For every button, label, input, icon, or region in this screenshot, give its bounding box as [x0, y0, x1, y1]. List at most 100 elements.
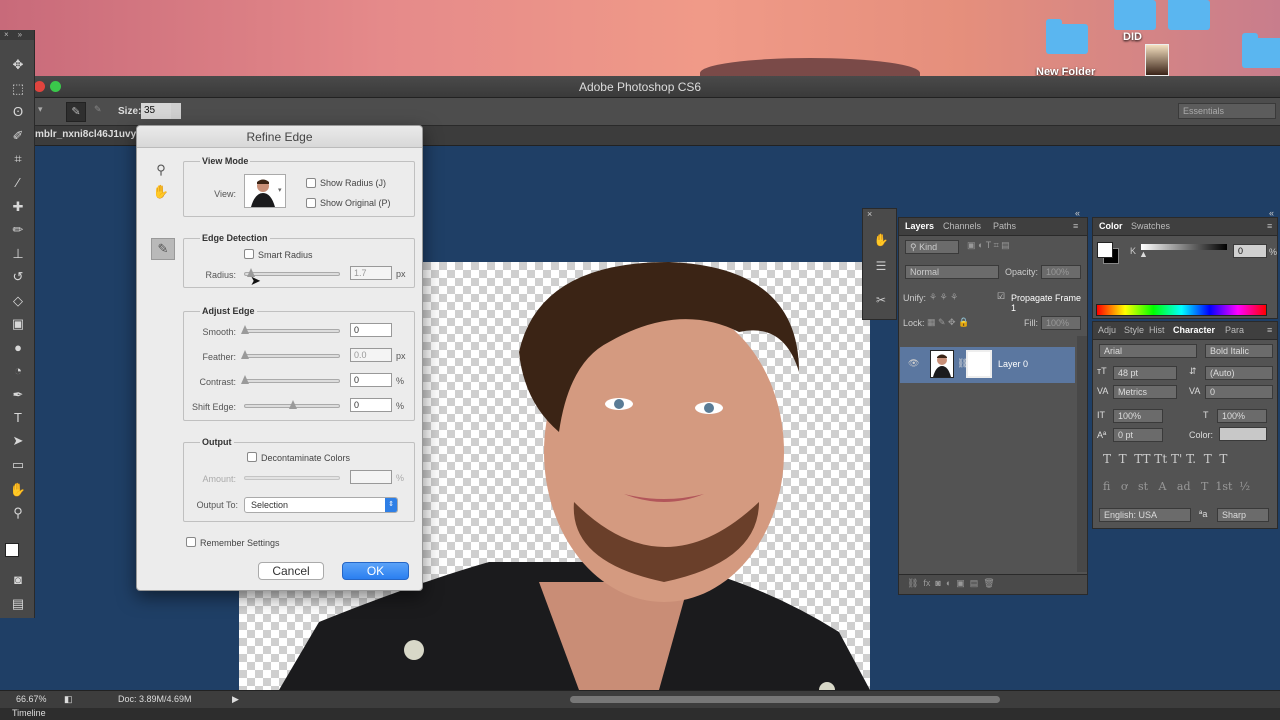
layers-scrollbar[interactable]: [1077, 336, 1087, 572]
ok-button[interactable]: OK: [342, 562, 409, 580]
cancel-button[interactable]: Cancel: [258, 562, 324, 580]
shift-edge-slider-thumb[interactable]: [289, 400, 297, 409]
text-color-swatch[interactable]: [1219, 427, 1267, 441]
smooth-input[interactable]: 0: [350, 323, 392, 337]
decontaminate-checkbox[interactable]: [247, 452, 257, 462]
smart-radius-checkbox[interactable]: [244, 249, 254, 259]
feather-slider-thumb[interactable]: [241, 350, 249, 359]
color-foreground-swatch[interactable]: [1097, 242, 1113, 258]
horizontal-scrollbar[interactable]: [570, 696, 1000, 703]
timeline-panel-tab[interactable]: Timeline: [0, 708, 1280, 720]
history-brush-tool-icon[interactable]: ↺: [8, 268, 28, 286]
tab-character[interactable]: Character: [1173, 325, 1215, 335]
marquee-tool-icon[interactable]: ⬚: [8, 80, 28, 98]
antialias-select[interactable]: Sharp: [1217, 508, 1269, 522]
horizontal-scale-input[interactable]: 100%: [1217, 409, 1267, 423]
fill-input[interactable]: 100%: [1041, 316, 1081, 330]
dodge-tool-icon[interactable]: ◔: [8, 362, 28, 380]
amount-input[interactable]: [350, 470, 392, 484]
tab-paths[interactable]: Paths: [993, 221, 1016, 231]
layer-name[interactable]: Layer 0: [998, 359, 1028, 369]
crop-tool-icon[interactable]: ⌗: [8, 150, 28, 168]
quick-mask-icon[interactable]: ◙: [8, 571, 28, 589]
status-info-icon[interactable]: ◧: [64, 694, 73, 705]
language-select[interactable]: English: USA: [1099, 508, 1191, 522]
quick-selection-tool-icon[interactable]: ✐: [8, 127, 28, 145]
propagate-checkbox-icon[interactable]: ☑: [997, 291, 1005, 302]
color-panel-menu-icon[interactable]: ≡: [1267, 221, 1272, 231]
brush-tool-icon[interactable]: ✏: [8, 221, 28, 239]
layers-collapse-icon[interactable]: «: [1075, 208, 1080, 218]
leading-input[interactable]: (Auto): [1205, 366, 1273, 380]
font-size-input[interactable]: 48 pt: [1113, 366, 1177, 380]
k-value-input[interactable]: 0: [1233, 244, 1267, 258]
tab-channels[interactable]: Channels: [943, 221, 981, 231]
zoom-icon[interactable]: ⚲: [151, 160, 171, 180]
size-input[interactable]: 35: [141, 103, 171, 119]
screen-mode-icon[interactable]: ▤: [8, 595, 28, 613]
adjustments-sliders-icon[interactable]: ☰: [872, 257, 890, 275]
color-spectrum-bar[interactable]: [1096, 304, 1267, 316]
tool-preset-icon[interactable]: ▾: [38, 104, 43, 115]
tab-adjustments[interactable]: Adju: [1098, 325, 1116, 335]
tracking-select[interactable]: 0: [1205, 385, 1273, 399]
foreground-color-swatch[interactable]: [5, 543, 19, 557]
filter-icons[interactable]: ▣ ◐ T ⌗ ▤: [967, 240, 1010, 251]
toolbox-header[interactable]: × »: [0, 30, 34, 40]
filter-kind-select[interactable]: ⚲ Kind: [905, 240, 959, 254]
layer-row-layer-0[interactable]: 👁 ⛓ Layer 0: [900, 347, 1075, 383]
color-collapse-icon[interactable]: «: [1269, 208, 1274, 218]
character-panel-menu-icon[interactable]: ≡: [1267, 325, 1272, 335]
tab-history[interactable]: Hist: [1149, 325, 1165, 335]
tab-styles[interactable]: Style: [1124, 325, 1144, 335]
zoom-level[interactable]: 66.67%: [16, 694, 47, 704]
refine-radius-brush-icon[interactable]: ✎: [151, 238, 175, 260]
eye-visibility-icon[interactable]: 👁: [908, 358, 919, 369]
brush-presets-icon[interactable]: ✋: [872, 231, 890, 249]
desktop-folder[interactable]: [1168, 0, 1210, 30]
contrast-input[interactable]: 0: [350, 373, 392, 387]
document-tab[interactable]: mblr_nxni8cl46J1uvy7: [35, 129, 142, 140]
workspace-switcher[interactable]: Essentials: [1178, 103, 1276, 119]
baseline-shift-input[interactable]: 0 pt: [1113, 428, 1163, 442]
unify-icons[interactable]: ⚘ ⚘ ⚘: [929, 292, 958, 303]
show-radius-checkbox[interactable]: [306, 178, 316, 188]
clone-stamp-tool-icon[interactable]: ⊥: [8, 245, 28, 263]
smooth-slider[interactable]: [241, 325, 340, 334]
tab-layers[interactable]: Layers: [905, 221, 934, 231]
remember-settings-checkbox[interactable]: [186, 537, 196, 547]
layers-panel-menu-icon[interactable]: ≡: [1073, 221, 1078, 231]
shift-edge-slider[interactable]: [244, 400, 340, 409]
show-original-checkbox[interactable]: [306, 198, 316, 208]
desktop-folder[interactable]: [1242, 33, 1280, 68]
k-channel-slider[interactable]: [1141, 244, 1227, 250]
panel-close-icon[interactable]: ×: [867, 209, 872, 219]
shift-edge-input[interactable]: 0: [350, 398, 392, 412]
feather-input[interactable]: 0.0: [350, 348, 392, 362]
gradient-tool-icon[interactable]: ▣: [8, 315, 28, 333]
eyedropper-tool-icon[interactable]: ⁄: [8, 174, 28, 192]
hand-icon[interactable]: ✋: [151, 182, 171, 202]
move-tool-icon[interactable]: ✥: [8, 56, 28, 74]
lock-icons[interactable]: ▦ ✎ ✥ 🔒: [927, 317, 969, 328]
output-to-select[interactable]: Selection ⇕: [244, 497, 398, 513]
vertical-scale-input[interactable]: 100%: [1113, 409, 1163, 423]
kerning-select[interactable]: Metrics: [1113, 385, 1177, 399]
opacity-input[interactable]: 100%: [1041, 265, 1081, 279]
font-style-select[interactable]: Bold Italic: [1205, 344, 1273, 358]
lasso-tool-icon[interactable]: ʘ: [8, 103, 28, 121]
healing-brush-tool-icon[interactable]: ✚: [8, 198, 28, 216]
eraser-tool-icon[interactable]: ◇: [8, 292, 28, 310]
font-family-select[interactable]: Arial: [1099, 344, 1197, 358]
path-selection-tool-icon[interactable]: ➤: [8, 432, 28, 450]
contrast-slider-thumb[interactable]: [241, 375, 249, 384]
feather-slider[interactable]: [241, 350, 340, 359]
shape-tool-icon[interactable]: ▭: [8, 456, 28, 474]
faux-bold-icon[interactable]: T T TT Tt T' T. T T: [1103, 452, 1227, 466]
layer-mask-thumbnail[interactable]: [966, 350, 992, 378]
tab-paragraph[interactable]: Para: [1225, 325, 1244, 335]
pen-tool-icon[interactable]: ✒: [8, 386, 28, 404]
type-tool-icon[interactable]: T: [8, 409, 28, 427]
refine-radius-tool-icon[interactable]: ✎: [66, 102, 86, 122]
blend-mode-select[interactable]: Normal: [905, 265, 999, 279]
